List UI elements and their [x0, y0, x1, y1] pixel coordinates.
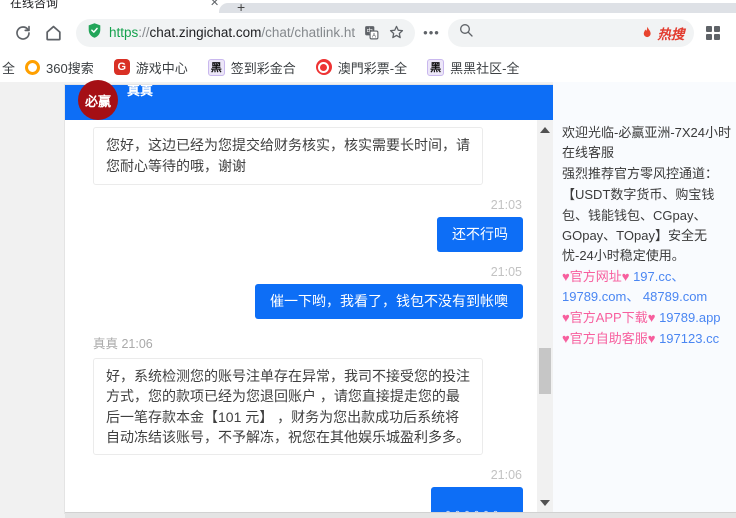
self-service-line: ♥官方自助客服♥ 197123.cc	[562, 329, 734, 349]
apps-grid-icon[interactable]	[706, 26, 720, 40]
bookmark-favicon-hei2-icon: 黑	[427, 59, 444, 76]
url-host: chat.zingichat.com	[150, 25, 262, 40]
message-timestamp: 21:06	[93, 468, 522, 482]
bookmark-item-partial[interactable]: 全	[2, 58, 15, 77]
svg-text:A: A	[372, 33, 376, 39]
user-message-dots: 。。。。。。	[431, 487, 523, 513]
url-path: /chat/chatlink.ht	[261, 25, 355, 40]
chat-message-list[interactable]: 您好，这边已经为您提交给财务核实，核实需要长时间，请您耐心等待的哦，谢谢 21:…	[65, 120, 537, 513]
url-separator: ://	[138, 25, 149, 40]
home-button[interactable]	[43, 23, 63, 43]
welcome-text: 欢迎光临-必赢亚洲-7X24小时在线客服	[562, 123, 734, 163]
bookmarks-bar: 全 360搜索 G游戏中心 黑签到彩金合 澳門彩票-全 黑黑黑社区-全	[0, 52, 736, 82]
bottom-divider	[65, 512, 736, 518]
url-text[interactable]: https://chat.zingichat.com/chat/chatlink…	[109, 25, 355, 40]
message-timestamp: 21:03	[93, 198, 522, 212]
url-scheme: https	[109, 25, 138, 40]
official-site-label: ♥官方网址♥	[562, 269, 629, 284]
more-options-icon[interactable]: •••	[423, 25, 440, 40]
translate-icon[interactable]: 中A	[362, 24, 380, 42]
official-app-label: ♥官方APP下载♥	[562, 310, 655, 325]
scroll-down-icon[interactable]	[540, 500, 550, 506]
promo-text: 强烈推荐官方零风控通道：	[562, 164, 734, 184]
search-box[interactable]: 热搜	[448, 19, 695, 47]
search-icon	[458, 22, 474, 43]
bookmark-item-heihei-community[interactable]: 黑黑黑社区-全	[427, 58, 519, 77]
address-bar[interactable]: https://chat.zingichat.com/chat/chatlink…	[76, 19, 415, 47]
bookmark-item-signin-bonus[interactable]: 黑签到彩金合	[208, 58, 296, 77]
official-site-line: ♥官方网址♥ 197.cc、19789.com、 48789.com	[562, 267, 734, 307]
reload-button[interactable]	[13, 23, 33, 43]
hot-search-button[interactable]: 热搜	[640, 23, 684, 43]
scrollbar-thumb[interactable]	[539, 348, 551, 394]
flame-icon	[640, 25, 655, 41]
bookmark-item-macau-lottery[interactable]: 澳門彩票-全	[316, 58, 407, 77]
hot-search-label: 热搜	[657, 23, 684, 43]
self-service-url[interactable]: 197123.cc	[659, 331, 719, 346]
user-message: 催一下哟，我看了，钱包不没有到帐噢	[255, 284, 523, 319]
bookmark-favicon-360-icon	[25, 60, 40, 75]
tab-strip-background: +	[219, 3, 736, 13]
bookmark-star-icon[interactable]	[387, 24, 405, 42]
user-message: 还不行吗	[437, 217, 523, 252]
official-app-url[interactable]: 19789.app	[659, 310, 720, 325]
brand-avatar: 必赢	[78, 80, 118, 120]
tab-close-icon[interactable]: ✕	[210, 0, 219, 9]
agent-name: 真真	[127, 85, 153, 99]
agent-message-label: 真真 21:06	[93, 333, 523, 352]
search-input[interactable]	[474, 24, 641, 41]
chat-scrollbar[interactable]	[537, 120, 553, 513]
self-service-label: ♥官方自助客服♥	[562, 331, 655, 346]
browser-toolbar: https://chat.zingichat.com/chat/chatlink…	[0, 13, 736, 52]
chat-header: 真真	[65, 85, 553, 120]
bookmark-favicon-hei-icon: 黑	[208, 59, 225, 76]
bookmark-favicon-macau-icon	[316, 59, 332, 75]
browser-window: 在线咨询 ✕ + https://chat.zingichat.com/chat…	[0, 0, 736, 518]
tab-strip: 在线咨询 ✕ +	[0, 0, 736, 13]
message-timestamp: 21:05	[93, 265, 522, 279]
agent-message: 好，系统检测您的账号注单存在异常，我司不接受您的投注方式，您的款项已经为您退回账…	[93, 358, 483, 455]
agent-message: 您好，这边已经为您提交给财务核实，核实需要长时间，请您耐心等待的哦，谢谢	[93, 127, 483, 185]
channels-text: 【USDT数字货币、购宝钱包、钱能钱包、CGpay、 GOpay、TOpay】安…	[562, 185, 734, 266]
official-app-line: ♥官方APP下载♥ 19789.app	[562, 308, 734, 328]
ssl-shield-icon[interactable]	[86, 22, 103, 44]
bookmark-item-360[interactable]: 360搜索	[25, 58, 94, 77]
scroll-up-icon[interactable]	[540, 127, 550, 133]
bookmark-favicon-game-icon: G	[114, 59, 130, 75]
page-content: 必赢 真真 您好，这边已经为您提交给财务核实，核实需要长时间，请您耐心等待的哦，…	[0, 82, 736, 518]
bookmark-item-game-center[interactable]: G游戏中心	[114, 58, 188, 77]
promo-sidebar: 欢迎光临-必赢亚洲-7X24小时在线客服 强烈推荐官方零风控通道： 【USDT数…	[553, 82, 736, 513]
chat-widget: 必赢 真真 您好，这边已经为您提交给财务核实，核实需要长时间，请您耐心等待的哦，…	[65, 85, 553, 513]
tab-title[interactable]: 在线咨询	[10, 0, 58, 11]
